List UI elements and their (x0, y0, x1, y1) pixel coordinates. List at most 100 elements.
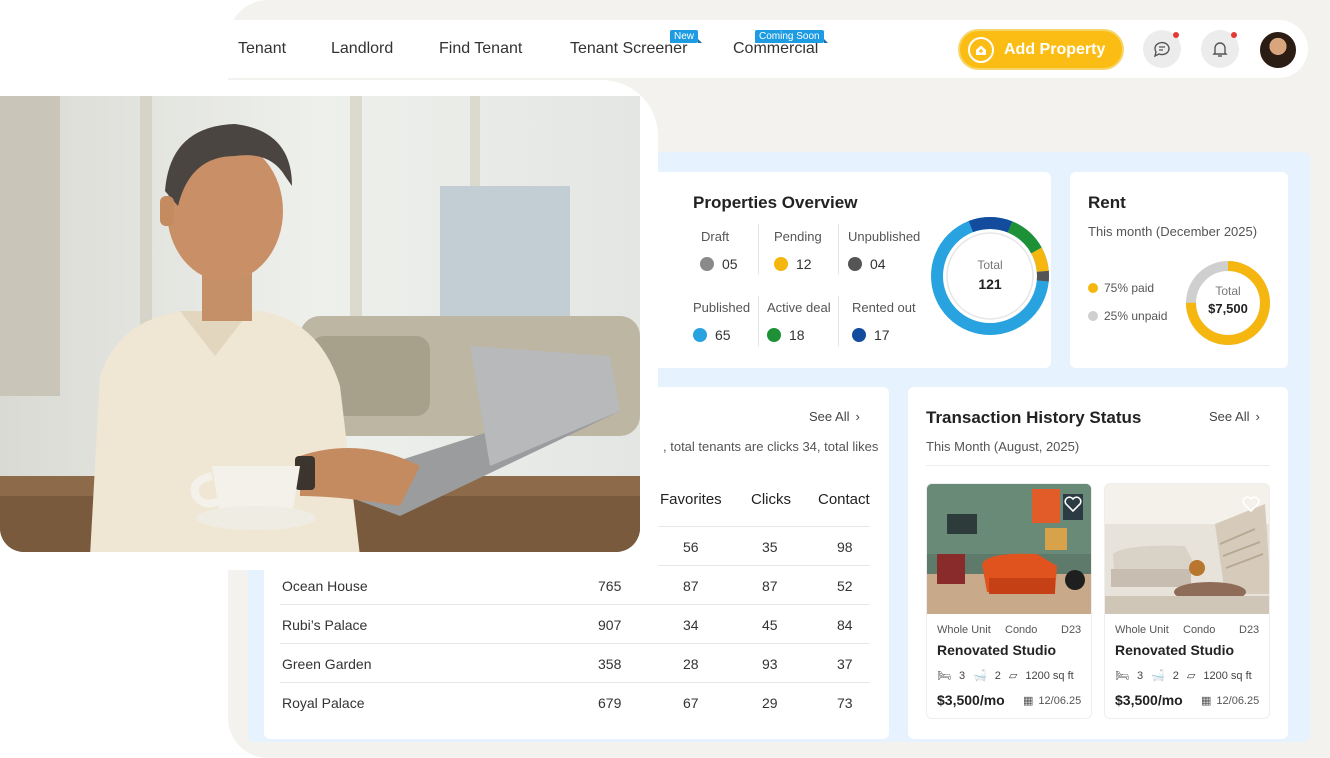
cell-name: Green Garden (282, 656, 372, 672)
stat-pending: 12 (774, 256, 812, 272)
user-avatar[interactable] (1258, 30, 1298, 70)
stat-active-deal: 18 (767, 327, 805, 343)
col-contact: Contact (818, 491, 870, 508)
stat-pending-label: Pending (774, 229, 822, 244)
heart-icon[interactable] (1063, 494, 1083, 514)
cell-contact: 84 (837, 617, 853, 633)
messages-button[interactable] (1143, 30, 1181, 68)
area-icon: ▱ (1008, 670, 1018, 682)
cell-favorites: 34 (683, 617, 699, 633)
cell-name: Rubi’s Palace (282, 617, 368, 633)
performance-summary: , total tenants are clicks 34, total lik… (663, 439, 879, 454)
property-name: Renovated Studio (937, 642, 1057, 658)
rented-out-dot (852, 328, 866, 342)
property-date: ▦ 12/06.25 (1201, 694, 1260, 708)
cell-favorites: 67 (683, 695, 699, 711)
bed-icon: 🛏 (937, 670, 951, 682)
nav-commercial[interactable]: Commercial Coming Soon (733, 30, 828, 58)
add-property-button[interactable]: Add Property (958, 29, 1124, 70)
rent-paid-label: 75% paid (1104, 281, 1155, 295)
property-photo (927, 484, 1091, 614)
table-row[interactable]: Royal Palace 679 67 29 73 (280, 682, 870, 721)
property-card[interactable]: Whole Unit Condo D23 Renovated Studio 🛏 3… (1104, 483, 1270, 719)
calendar-icon: ▦ (1023, 695, 1034, 707)
cell-clicks: 35 (762, 539, 778, 555)
property-date: ▦ 12/06.25 (1023, 694, 1082, 708)
stat-rented-out-value: 17 (874, 327, 890, 343)
property-date-value: 12/06.25 (1038, 694, 1082, 707)
heart-icon[interactable] (1241, 494, 1261, 514)
property-price: $3,500/mo (1115, 692, 1183, 708)
beds-count: 3 (958, 669, 966, 682)
table-row[interactable]: Rubi’s Palace 907 34 45 84 (280, 604, 870, 643)
property-features: 🛏 3 🛁 2 ▱ 1200 sq ft (937, 669, 1074, 683)
stat-unpublished: 04 (848, 256, 886, 272)
beds-count: 3 (1136, 669, 1144, 682)
property-card[interactable]: Whole Unit Condo D23 Renovated Studio 🛏 3… (926, 483, 1092, 719)
stat-draft-value: 05 (722, 256, 738, 272)
transaction-history-card: Transaction History Status See All › This… (908, 387, 1288, 739)
top-navbar: Tenant Landlord Find Tenant Tenant Scree… (228, 20, 1308, 78)
performance-see-all-label: See All (809, 409, 850, 424)
bell-icon (1212, 42, 1228, 57)
home-add-icon (968, 36, 994, 63)
area-icon: ▱ (1186, 670, 1196, 682)
chat-icon (1153, 41, 1170, 58)
transaction-history-title: Transaction History Status (926, 408, 1142, 427)
rent-paid-legend: 75% paid (1088, 281, 1154, 295)
new-badge: New (670, 30, 703, 43)
published-dot (693, 328, 707, 342)
cell-contact: 52 (837, 578, 853, 594)
landlord-using-laptop-photo (0, 96, 640, 552)
stat-draft-label: Draft (701, 229, 730, 244)
property-kind: Condo (1183, 624, 1216, 636)
table-row[interactable]: Green Garden 358 28 93 37 (280, 643, 870, 682)
nav-landlord[interactable]: Landlord (331, 40, 393, 58)
notifications-button[interactable] (1201, 30, 1239, 68)
cell-contact: 73 (837, 695, 853, 711)
stat-published: 65 (693, 327, 731, 343)
cell-contact: 98 (837, 539, 853, 555)
baths-count: 2 (1172, 669, 1179, 682)
draft-dot (700, 257, 714, 271)
rent-total-label: Total (1215, 284, 1241, 298)
coming-soon-badge: Coming Soon (755, 30, 828, 43)
cell-clicks: 93 (762, 656, 778, 672)
table-row[interactable]: Ocean House 765 87 87 52 (280, 565, 870, 604)
rent-subtitle: This month (December 2025) (1088, 224, 1258, 239)
calendar-icon: ▦ (1201, 695, 1212, 707)
cell-favorites: 87 (683, 578, 699, 594)
pending-dot (774, 257, 788, 271)
bed-icon: 🛏 (1115, 670, 1129, 682)
properties-total-label: Total (977, 258, 1003, 272)
stat-active-deal-value: 18 (789, 327, 805, 343)
paid-dot (1088, 283, 1098, 293)
stat-pending-value: 12 (796, 256, 812, 272)
transactions-see-all-label: See All (1209, 409, 1250, 424)
properties-overview-title: Properties Overview (693, 193, 858, 212)
stat-rented-out: 17 (852, 327, 890, 343)
property-price: $3,500/mo (937, 692, 1005, 708)
unpublished-dot (848, 257, 862, 271)
nav-tenant[interactable]: Tenant (238, 40, 286, 58)
rent-total: Total $7,500 (1188, 284, 1268, 316)
stat-published-value: 65 (715, 327, 731, 343)
stat-rented-out-label: Rented out (852, 300, 916, 315)
property-photo (1105, 484, 1269, 614)
performance-see-all-link[interactable]: See All › (809, 409, 860, 424)
active-deal-dot (767, 328, 781, 342)
nav-find-tenant[interactable]: Find Tenant (439, 40, 522, 58)
col-clicks: Clicks (751, 491, 791, 508)
property-features: 🛏 3 🛁 2 ▱ 1200 sq ft (1115, 669, 1252, 683)
area-value: 1200 sq ft (1025, 669, 1074, 682)
property-date-value: 12/06.25 (1216, 694, 1260, 707)
cell-views: 358 (598, 656, 622, 672)
transactions-see-all-link[interactable]: See All › (1209, 409, 1260, 424)
col-favorites: Favorites (660, 491, 722, 508)
cell-clicks: 87 (762, 578, 778, 594)
property-name: Renovated Studio (1115, 642, 1235, 658)
cell-views: 765 (598, 578, 622, 594)
stat-unpublished-label: Unpublished (848, 229, 921, 244)
cell-favorites: 28 (683, 656, 699, 672)
nav-tenant-screener[interactable]: Tenant Screener New (570, 30, 703, 58)
